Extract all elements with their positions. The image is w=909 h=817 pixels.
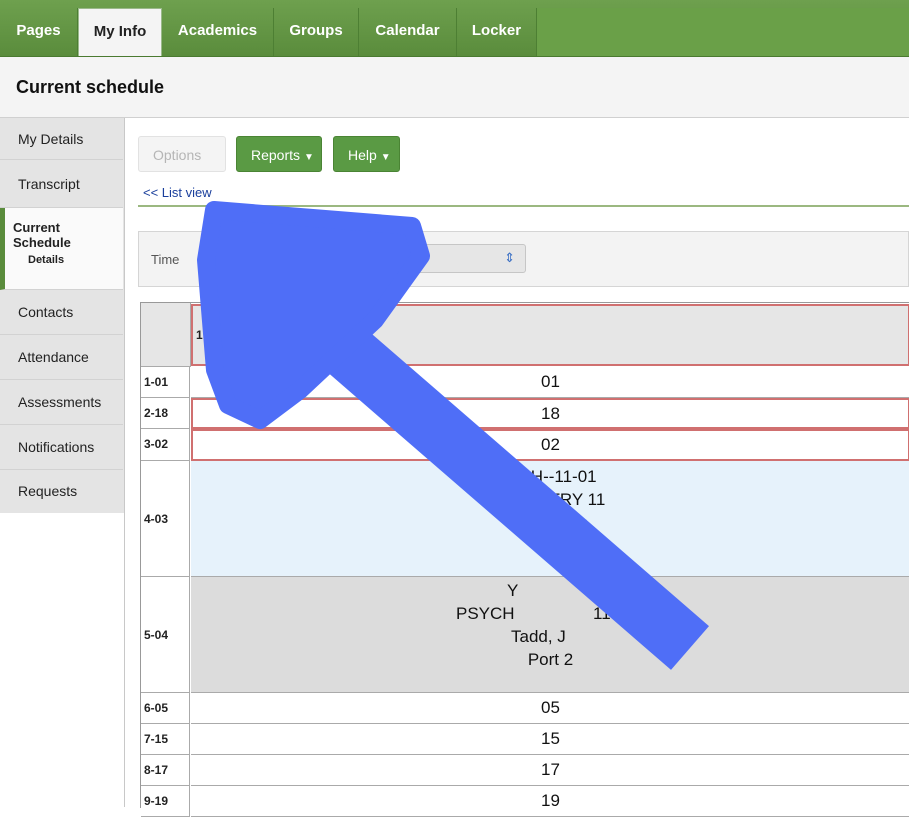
cell-text: 15: [541, 729, 560, 748]
page-header: Current schedule: [0, 57, 909, 118]
sidebar-item-requests[interactable]: Requests: [0, 470, 123, 513]
tab-locker[interactable]: Locker: [457, 8, 537, 56]
schedule-cell[interactable]: 19: [191, 786, 909, 817]
class-name: PSYCH 11: [191, 602, 909, 625]
reports-button[interactable]: Reports ▼: [236, 136, 322, 172]
class-teacher: , Veronica: [512, 513, 589, 532]
schedule-cell[interactable]: 02: [191, 429, 909, 461]
sidebar-item-transcript[interactable]: Transcript: [0, 160, 123, 208]
time-select[interactable]: ⇕: [219, 244, 526, 273]
time-label: Time: [151, 252, 180, 267]
sidebar-item-current-schedule[interactable]: Current Schedule Details: [0, 208, 123, 290]
cell-text: 17: [541, 760, 560, 779]
help-label: Help: [348, 147, 377, 163]
sidebar-item-label: Current: [13, 220, 60, 235]
class-teacher: Tadd, J: [191, 625, 909, 648]
period-label: 4-03: [141, 461, 190, 577]
period-label: 6-05: [141, 693, 190, 724]
top-nav: Pages My Info Academics Groups Calendar …: [0, 0, 909, 57]
cell-text: 01: [541, 372, 560, 391]
caret-down-icon: ▼: [304, 152, 314, 163]
sidebar-item-contacts[interactable]: Contacts: [0, 290, 123, 335]
tab-calendar[interactable]: Calendar: [359, 8, 457, 56]
cell-text: 02: [541, 435, 560, 454]
schedule-grid: 1 - 1 1-01 01 2-18 18 3-02 02 4-03 MCH--…: [140, 302, 909, 817]
period-label: 7-15: [141, 724, 190, 755]
select-updown-icon: ⇕: [504, 250, 515, 265]
period-label: 2-18: [141, 398, 190, 429]
day-header-label: 1 - 1: [196, 328, 221, 342]
class-block[interactable]: Y 03 PSYCH 11 Tadd, J Port 2: [191, 577, 909, 693]
filter-bar: Time ⇕: [138, 231, 909, 287]
caret-down-icon: ▼: [380, 152, 391, 163]
list-view-link[interactable]: << List view: [143, 185, 212, 200]
tab-academics[interactable]: Academics: [162, 8, 274, 56]
help-button[interactable]: Help ▼: [333, 136, 400, 172]
class-code: Y 03: [191, 579, 909, 602]
class-code-part: Y: [507, 581, 519, 600]
sidebar-item-attendance[interactable]: Attendance: [0, 335, 123, 380]
options-label: Options: [153, 147, 202, 163]
cell-text: 19: [541, 791, 560, 810]
class-room: Port 2: [527, 650, 574, 669]
tab-my-info[interactable]: My Info: [78, 8, 162, 56]
grid-corner: [141, 303, 191, 367]
schedule-cell[interactable]: 01: [191, 367, 909, 398]
page-title: Current schedule: [16, 77, 165, 97]
schedule-cell[interactable]: 05: [191, 693, 909, 724]
class-code: MCH--11-01: [504, 467, 597, 486]
sidebar-item-label-2: Schedule: [13, 235, 71, 250]
period-label: 3-02: [141, 429, 190, 461]
period-label: 1-01: [141, 367, 190, 398]
schedule-cell[interactable]: 15: [191, 724, 909, 755]
period-label: 9-19: [141, 786, 190, 817]
schedule-cell[interactable]: 18: [191, 398, 909, 429]
class-teacher-part: Tadd, J: [511, 627, 566, 646]
class-name-part: 11: [593, 604, 611, 623]
tab-pages[interactable]: Pages: [0, 8, 78, 56]
class-code-part: 03: [591, 581, 610, 600]
cell-text: 18: [541, 404, 560, 423]
sidebar-empty: [0, 513, 124, 807]
class-name: HEMISTRY 11: [495, 490, 606, 509]
day-header: 1 - 1: [191, 304, 909, 366]
sidebar: My Details Transcript Current Schedule D…: [0, 118, 125, 807]
reports-label: Reports: [251, 147, 301, 163]
sidebar-item-notifications[interactable]: Notifications: [0, 425, 123, 470]
sidebar-item-my-details[interactable]: My Details: [0, 118, 123, 160]
options-button[interactable]: Options: [138, 136, 226, 172]
schedule-cell[interactable]: 17: [191, 755, 909, 786]
period-label: 8-17: [141, 755, 190, 786]
sidebar-subitem-details[interactable]: Details: [28, 254, 123, 266]
sidebar-item-assessments[interactable]: Assessments: [0, 380, 123, 425]
period-label: 5-04: [141, 577, 190, 693]
class-block[interactable]: MCH--11-01 HEMISTRY 11 , Veronica 0: [191, 461, 909, 577]
tab-groups[interactable]: Groups: [274, 8, 359, 56]
nav-fill: [537, 8, 909, 56]
class-name-part: PSYCH: [456, 604, 515, 623]
class-room: 0: [545, 536, 556, 555]
cell-text: 05: [541, 698, 560, 717]
divider: [138, 205, 909, 207]
